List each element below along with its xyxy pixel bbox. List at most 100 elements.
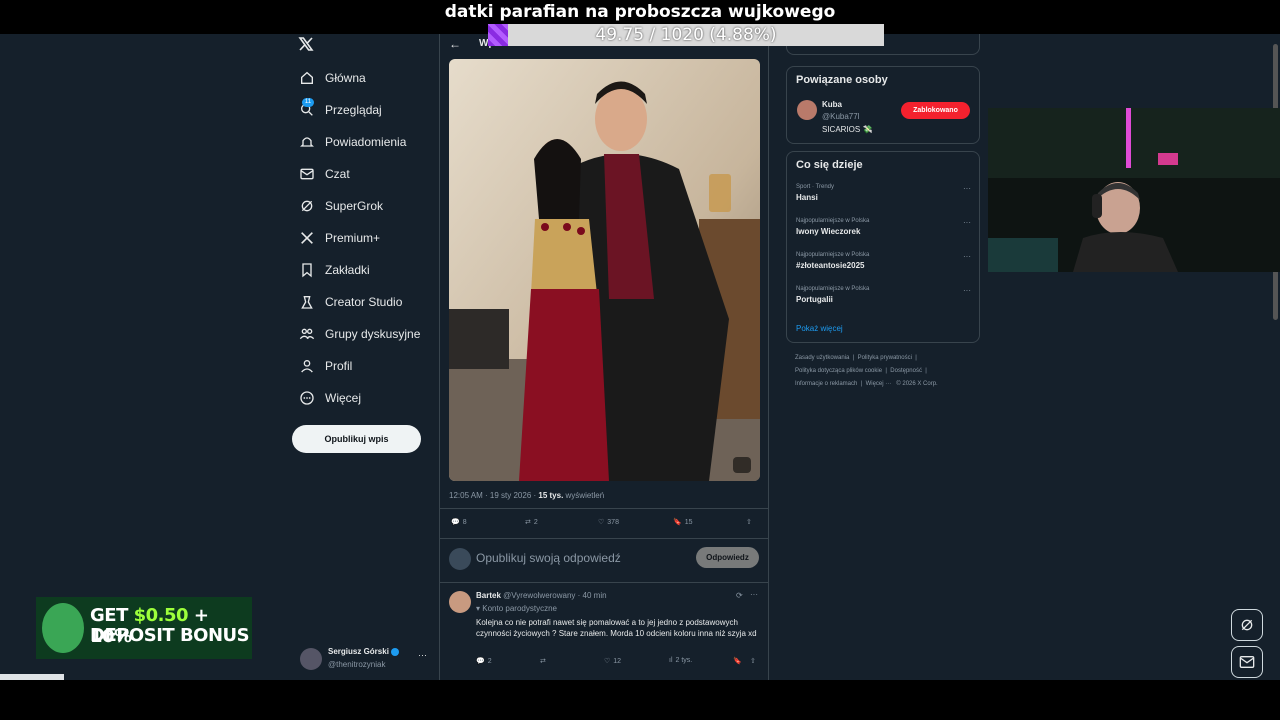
nav-item-label: Grupy dyskusyjne <box>325 327 421 341</box>
casino-ad-banner[interactable]: GET $0.50 + 10% DEPOSIT BONUS <box>36 597 252 659</box>
nav-item-0[interactable]: Główna <box>298 64 366 92</box>
nav-item-6[interactable]: Zakładki <box>298 256 370 284</box>
show-more-link[interactable]: Pokaż więcej <box>796 324 843 333</box>
comment-more-button[interactable]: ··· <box>750 590 758 599</box>
grok-icon[interactable] <box>1231 609 1263 641</box>
nav-item-7[interactable]: Creator Studio <box>298 288 402 316</box>
groups-icon <box>298 325 316 343</box>
copyright: © 2026 X Corp. <box>896 381 938 387</box>
nav-item-5[interactable]: Premium+ <box>298 224 380 252</box>
x-logo-icon[interactable] <box>298 36 316 54</box>
stream-title: datki parafian na proboszcza wujkowego <box>444 2 836 22</box>
stream-bottom-bar <box>0 680 1280 720</box>
column-divider-left <box>439 34 440 680</box>
related-people-card: Powiązane osoby Kuba @Kuba77l SICARIOS 💸… <box>786 66 980 144</box>
nav-item-9[interactable]: Profil <box>298 352 352 380</box>
privacy-link[interactable]: Polityka prywatności <box>858 355 912 361</box>
nav-item-3[interactable]: Czat <box>298 160 350 188</box>
x-logo-icon <box>298 229 316 247</box>
bookmark-icon <box>298 261 316 279</box>
verified-icon <box>391 647 400 656</box>
trend-item[interactable]: Sport · Trendy Hansi ··· <box>796 184 971 214</box>
related-avatar[interactable] <box>797 100 817 120</box>
messages-icon[interactable] <box>1231 646 1263 678</box>
bell-icon <box>298 133 316 151</box>
parody-label: ▾ Konto parodystyczne <box>476 604 557 613</box>
publish-post-button[interactable]: Opublikuj wpis <box>292 425 421 453</box>
reply-submit-button[interactable]: Odpowiedz <box>696 547 759 568</box>
trends-card: Co się dzieje Sport · Trendy Hansi ··· Najp… <box>786 151 980 343</box>
footer-links: Zasady użytkowania | Polityka prywatnośc… <box>795 355 917 361</box>
ads-info-link[interactable]: Informacje o reklamach <box>795 381 857 387</box>
nav-item-label: Profil <box>325 359 353 373</box>
cookie-link[interactable]: Polityka dotycząca plików cookie <box>795 368 882 374</box>
comment-repost-action[interactable]: ⇄ <box>540 657 546 665</box>
nav-item-label: Czat <box>325 167 350 181</box>
comment-text: Kolejna co nie potrafi nawet się pomalow… <box>476 618 757 638</box>
trend-item[interactable]: Najpopularniejsze w Polska Portugalii ··· <box>796 286 971 316</box>
image-options-icon[interactable] <box>733 457 751 473</box>
reply-avatar <box>449 548 471 570</box>
nav-item-10[interactable]: Więcej <box>298 384 361 412</box>
comment-avatar[interactable] <box>449 591 471 613</box>
trend-more-button[interactable]: ··· <box>963 286 971 295</box>
share-icon[interactable]: ⇧ <box>750 657 756 665</box>
nav-item-4[interactable]: SuperGrok <box>298 192 383 220</box>
reply-icon: 💬 <box>476 658 485 665</box>
nav-item-2[interactable]: Powiadomienia <box>298 128 406 156</box>
related-bio: SICARIOS 💸 <box>822 125 873 134</box>
post-photo[interactable] <box>449 59 760 481</box>
creator-icon <box>298 293 316 311</box>
more-icon <box>298 389 316 407</box>
bookmark-icon[interactable]: 🔖 <box>733 657 742 665</box>
trend-category: Najpopularniejsze w Polska <box>796 218 870 224</box>
donation-goal-text: 49.75 / 1020 (4.88%) <box>595 25 777 45</box>
donation-goal-bar: 49.75 / 1020 (4.88%) <box>488 24 884 46</box>
trend-category: Najpopularniejsze w Polska <box>796 286 870 292</box>
trend-more-button[interactable]: ··· <box>963 252 971 261</box>
trend-more-button[interactable]: ··· <box>963 184 971 193</box>
notification-badge: 11 <box>302 98 314 107</box>
trends-title: Co się dzieje <box>796 159 863 171</box>
ad-subline: DEPOSIT BONUS <box>90 625 250 646</box>
footer-links: Informacje o reklamach | Więcej ··· © 20… <box>795 381 938 387</box>
status-url <box>0 674 64 680</box>
trend-name: Portugalii <box>796 295 833 304</box>
more-link[interactable]: Więcej ··· <box>866 381 892 387</box>
terms-link[interactable]: Zasady użytkowania <box>795 355 849 361</box>
comment-views-action[interactable]: ıl 2 tys. <box>669 657 692 664</box>
grok-icon[interactable]: ⟳ <box>736 591 743 600</box>
mascot-icon <box>42 603 84 653</box>
related-name[interactable]: Kuba <box>822 100 842 109</box>
account-avatar[interactable] <box>300 648 322 670</box>
comment-reply-action[interactable]: 💬 2 <box>476 657 492 666</box>
column-divider-right <box>768 34 769 680</box>
trend-item[interactable]: Najpopularniejsze w Polska #złoteantosie2… <box>796 252 971 282</box>
views-icon: ıl <box>669 657 673 664</box>
trend-name: #złoteantosie2025 <box>796 261 865 270</box>
bookmark-action[interactable]: 🔖 15 <box>673 518 693 527</box>
nav-item-label: Creator Studio <box>325 295 403 309</box>
blocked-button[interactable]: Zablokowano <box>901 102 970 119</box>
nav-item-8[interactable]: Grupy dyskusyjne <box>298 320 420 348</box>
share-icon[interactable]: ⇧ <box>746 518 752 526</box>
related-title: Powiązane osoby <box>796 74 888 86</box>
account-more-button[interactable]: ··· <box>418 650 427 660</box>
reply-input[interactable]: Opublikuj swoją odpowiedź <box>476 551 621 565</box>
comment-author[interactable]: Bartek @Vyrewolwerowany · 40 min <box>476 591 607 600</box>
like-action[interactable]: ♡ 378 <box>598 518 619 527</box>
repost-action[interactable]: ⇄ 2 <box>525 518 538 527</box>
reply-action[interactable]: 💬 8 <box>451 518 467 527</box>
nav-item-label: Przeglądaj <box>325 103 382 117</box>
trend-name: Hansi <box>796 193 818 202</box>
trend-more-button[interactable]: ··· <box>963 218 971 227</box>
grok-icon <box>298 197 316 215</box>
profile-icon <box>298 357 316 375</box>
nav-item-label: Powiadomienia <box>325 135 407 149</box>
comment-like-action[interactable]: ♡ 12 <box>604 657 621 666</box>
back-arrow-icon[interactable]: ← <box>449 37 461 51</box>
account-name[interactable]: Sergiusz Górski <box>328 647 400 656</box>
trend-item[interactable]: Najpopularniejsze w Polska Iwony Wieczore… <box>796 218 971 248</box>
nav-item-label: SuperGrok <box>325 199 384 213</box>
accessibility-link[interactable]: Dostępność <box>890 368 922 374</box>
